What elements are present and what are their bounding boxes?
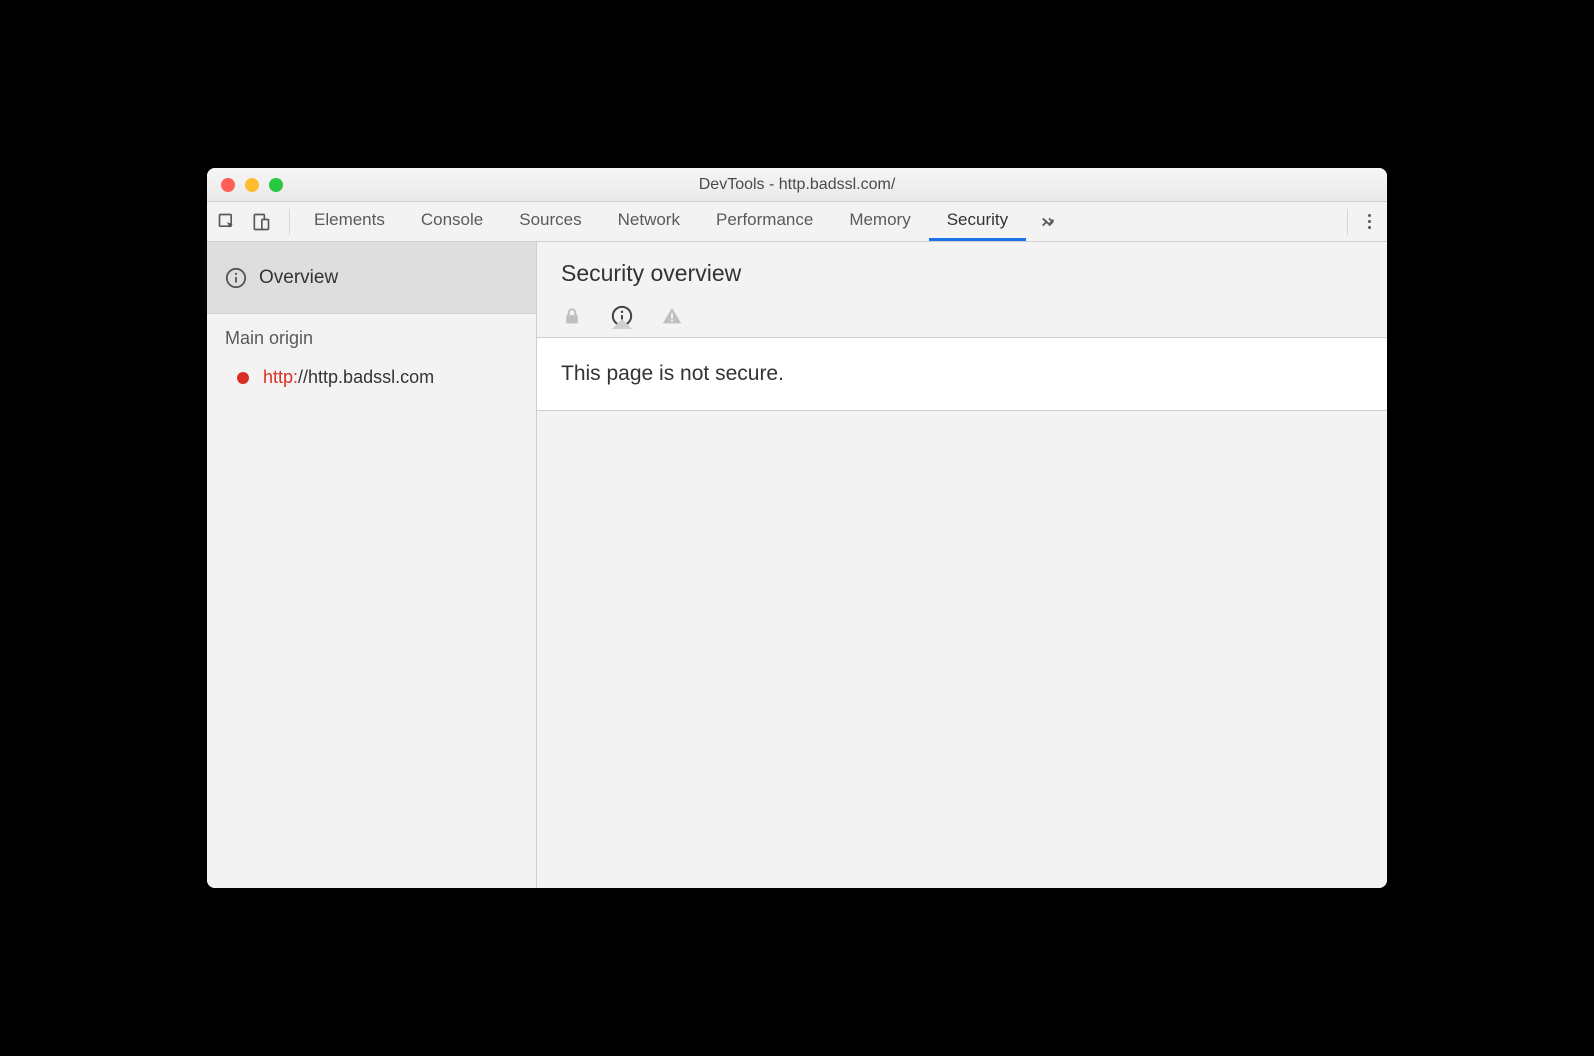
info-status-icon[interactable] [611, 305, 633, 327]
tabs-overflow-icon[interactable] [1026, 202, 1072, 241]
origin-url: http://http.badssl.com [263, 367, 434, 388]
origin-scheme: http: [263, 367, 298, 387]
security-main-panel: Security overview [537, 242, 1387, 888]
devtools-toolbar: Elements Console Sources Network Perform… [207, 202, 1387, 242]
tab-console[interactable]: Console [403, 202, 501, 241]
tab-network[interactable]: Network [600, 202, 698, 241]
toolbar-right [1347, 209, 1377, 235]
titlebar: DevTools - http.badssl.com/ [207, 168, 1387, 202]
overview-label: Overview [259, 267, 338, 289]
active-status-arrow-icon [613, 319, 631, 328]
security-overview-title: Security overview [561, 260, 1363, 287]
tab-elements[interactable]: Elements [296, 202, 403, 241]
settings-menu-icon[interactable] [1362, 214, 1377, 229]
window-title: DevTools - http.badssl.com/ [207, 176, 1387, 194]
tab-sources[interactable]: Sources [501, 202, 599, 241]
tab-performance[interactable]: Performance [698, 202, 831, 241]
tab-memory[interactable]: Memory [831, 202, 928, 241]
lock-icon[interactable] [561, 305, 583, 327]
warning-icon[interactable] [661, 305, 683, 327]
devtools-content: Overview Main origin http://http.badssl.… [207, 242, 1387, 888]
main-header: Security overview [537, 242, 1387, 287]
toolbar-left-icons [217, 209, 290, 235]
sidebar-item-overview[interactable]: Overview [207, 242, 536, 314]
device-toolbar-icon[interactable] [251, 212, 271, 232]
close-window-button[interactable] [221, 178, 235, 192]
maximize-window-button[interactable] [269, 178, 283, 192]
tab-security[interactable]: Security [929, 202, 1026, 241]
devtools-window: DevTools - http.badssl.com/ Elements Con… [207, 168, 1387, 888]
origin-status-bullet-icon [237, 372, 249, 384]
security-status-icons [537, 287, 1387, 337]
security-message: This page is not secure. [537, 337, 1387, 411]
devtools-tabs: Elements Console Sources Network Perform… [296, 202, 1347, 241]
sidebar-section-label: Main origin [207, 314, 536, 359]
inspect-element-icon[interactable] [217, 212, 237, 232]
origin-rest: //http.badssl.com [298, 367, 434, 387]
window-controls [207, 178, 283, 192]
minimize-window-button[interactable] [245, 178, 259, 192]
security-sidebar: Overview Main origin http://http.badssl.… [207, 242, 537, 888]
info-icon [225, 267, 247, 289]
sidebar-origin-row[interactable]: http://http.badssl.com [207, 359, 536, 396]
